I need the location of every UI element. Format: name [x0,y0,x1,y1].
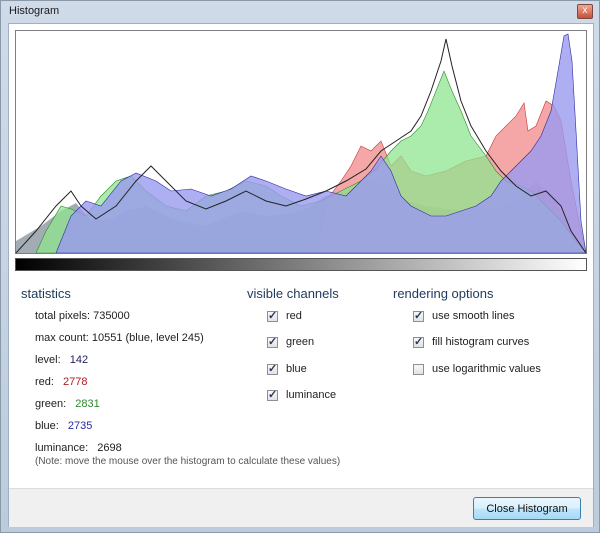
red-stat: red: 2778 [35,376,88,388]
checkbox-blue-channel[interactable]: blue [267,362,307,375]
checkbox-label-green: green [286,336,315,348]
level-stat: level: 142 [35,354,88,366]
checkbox-luminance-channel[interactable]: luminance [267,388,337,401]
checkbox-label-red: red [286,310,302,322]
checkbox-red-channel[interactable]: red [267,309,302,322]
green-stat: green: 2831 [35,398,100,410]
window-title: Histogram [9,5,60,17]
checkbox-box-logarithmic[interactable] [413,363,424,375]
checkbox-box-smooth-lines[interactable] [413,309,424,322]
checkbox-label-logarithmic: use logarithmic values [432,363,541,375]
histogram-window: Histogram x statistics total pixels: 735… [0,0,600,533]
checkbox-box-blue[interactable] [267,362,278,375]
luminance-value: 2698 [97,442,122,454]
green-label: green: [35,398,67,410]
checkbox-box-green[interactable] [267,335,278,348]
rendering-options-title: rendering options [393,286,494,301]
red-value: 2778 [63,376,88,388]
checkbox-label-smooth-lines: use smooth lines [432,310,515,322]
window-close-button[interactable]: x [577,4,593,19]
statistics-note: (Note: move the mouse over the histogram… [35,456,341,467]
green-value: 2831 [75,398,100,410]
client-area: statistics total pixels: 735000 max coun… [8,23,594,527]
total-pixels: total pixels: 735000 [35,310,130,322]
checkbox-label-luminance: luminance [286,389,337,401]
level-label: level: [35,354,61,366]
checkbox-box-luminance[interactable] [267,388,278,401]
close-histogram-button[interactable]: Close Histogram [473,497,581,520]
checkbox-green-channel[interactable]: green [267,335,315,348]
statistics-title: statistics [21,286,71,301]
checkbox-smooth-lines[interactable]: use smooth lines [413,309,515,322]
histogram-plot[interactable] [15,30,587,254]
visible-channels-title: visible channels [247,286,339,301]
luminance-label: luminance: [35,442,89,454]
dialog-footer: Close Histogram [9,488,593,527]
blue-value: 2735 [67,420,93,432]
red-label: red: [35,376,54,388]
max-count: max count: 10551 (blue, level 245) [35,332,204,344]
intensity-gradient-bar [15,258,587,271]
title-bar[interactable]: Histogram x [1,1,599,23]
checkbox-box-red[interactable] [267,309,278,322]
blue-stat: blue: 2735 [35,420,92,432]
level-value: 142 [69,354,89,366]
checkbox-label-blue: blue [286,363,307,375]
blue-label: blue: [35,420,59,432]
checkbox-label-fill-curves: fill histogram curves [432,336,530,348]
checkbox-logarithmic-values[interactable]: use logarithmic values [413,363,541,375]
checkbox-fill-curves[interactable]: fill histogram curves [413,335,530,348]
histogram-curves [16,33,586,253]
checkbox-box-fill-curves[interactable] [413,335,424,348]
luminance-stat: luminance: 2698 [35,442,122,454]
